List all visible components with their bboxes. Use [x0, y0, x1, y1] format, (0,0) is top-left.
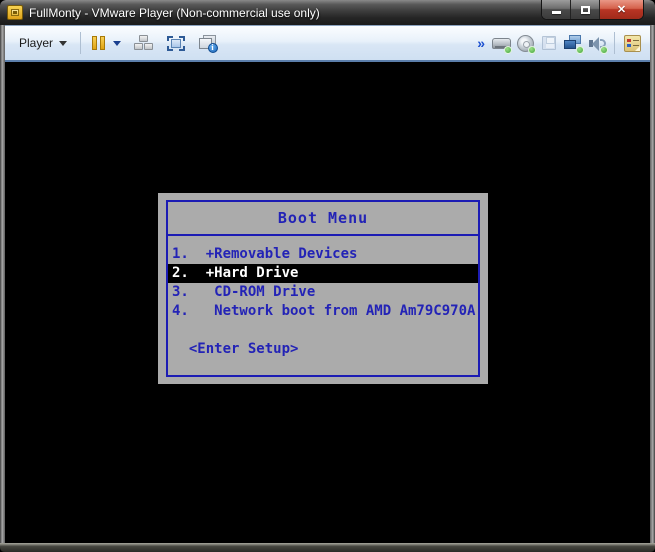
- windows-info-icon: i: [198, 34, 218, 53]
- info-badge-icon: i: [207, 42, 218, 53]
- boot-menu-item-cd-rom[interactable]: 3. CD-ROM Drive: [168, 283, 478, 302]
- hard-disk-status-button[interactable]: [489, 31, 513, 55]
- green-led-icon: [600, 46, 608, 54]
- window-title: FullMonty - VMware Player (Non-commercia…: [29, 5, 320, 20]
- ctrl-alt-del-button[interactable]: [132, 31, 156, 55]
- boot-menu-frame: Boot Menu 1. +Removable Devices 2. +Hard…: [166, 200, 480, 377]
- boot-menu-item-hard-drive[interactable]: 2. +Hard Drive: [168, 264, 478, 283]
- toolbar-separator: [80, 32, 82, 54]
- suspend-button[interactable]: [86, 31, 110, 55]
- vm-screen[interactable]: Boot Menu 1. +Removable Devices 2. +Hard…: [5, 62, 650, 543]
- chevron-down-icon: [59, 40, 68, 46]
- floppy-disk-icon: [542, 36, 556, 50]
- boot-menu-list: 1. +Removable Devices 2. +Hard Drive 3. …: [168, 236, 478, 359]
- maximize-button[interactable]: [571, 0, 600, 19]
- player-menu-label: Player: [19, 36, 54, 50]
- boot-menu-enter-setup[interactable]: <Enter Setup>: [168, 340, 478, 359]
- boot-menu-title: Boot Menu: [168, 202, 478, 236]
- suspend-dropdown-button[interactable]: [110, 30, 124, 56]
- boot-menu-blank-row: [168, 321, 478, 340]
- vmware-player-window: FullMonty - VMware Player (Non-commercia…: [0, 0, 655, 552]
- maximize-icon: [580, 5, 590, 14]
- title-bar[interactable]: FullMonty - VMware Player (Non-commercia…: [0, 0, 655, 25]
- keyboard-keys-icon: [134, 35, 154, 51]
- fullscreen-icon: [167, 35, 186, 51]
- chevron-down-icon: [113, 40, 122, 46]
- pause-icon: [91, 36, 105, 50]
- fullscreen-button[interactable]: [164, 31, 188, 55]
- window-controls: ✕: [542, 0, 643, 19]
- minimize-button[interactable]: [542, 0, 571, 19]
- boot-menu-item-removable-devices[interactable]: 1. +Removable Devices: [168, 245, 478, 264]
- vmware-app-icon: [7, 5, 23, 20]
- green-led-icon: [528, 46, 536, 54]
- vm-settings-button[interactable]: i: [196, 31, 220, 55]
- bios-boot-menu-dialog: Boot Menu 1. +Removable Devices 2. +Hard…: [158, 193, 488, 384]
- window-frame-bottom: [0, 543, 655, 552]
- floppy-status-button[interactable]: [537, 31, 561, 55]
- window-frame-right: [650, 25, 655, 543]
- green-led-icon: [504, 46, 512, 54]
- network-status-button[interactable]: [561, 31, 585, 55]
- more-tools-chevron[interactable]: »: [473, 35, 489, 51]
- toolbar-separator: [614, 32, 615, 54]
- close-button[interactable]: ✕: [600, 0, 643, 19]
- minimize-icon: [551, 10, 561, 14]
- cd-rom-status-button[interactable]: [513, 31, 537, 55]
- window-frame-left: [0, 25, 5, 543]
- library-icon: [623, 34, 641, 52]
- boot-menu-item-network-boot[interactable]: 4. Network boot from AMD Am79C970A: [168, 302, 478, 321]
- toolbar: Player i »: [5, 25, 650, 62]
- library-panel-button[interactable]: [620, 31, 644, 55]
- green-led-icon: [576, 46, 584, 54]
- close-icon: ✕: [616, 4, 627, 16]
- player-menu-button[interactable]: Player: [11, 30, 75, 56]
- sound-status-button[interactable]: [585, 31, 609, 55]
